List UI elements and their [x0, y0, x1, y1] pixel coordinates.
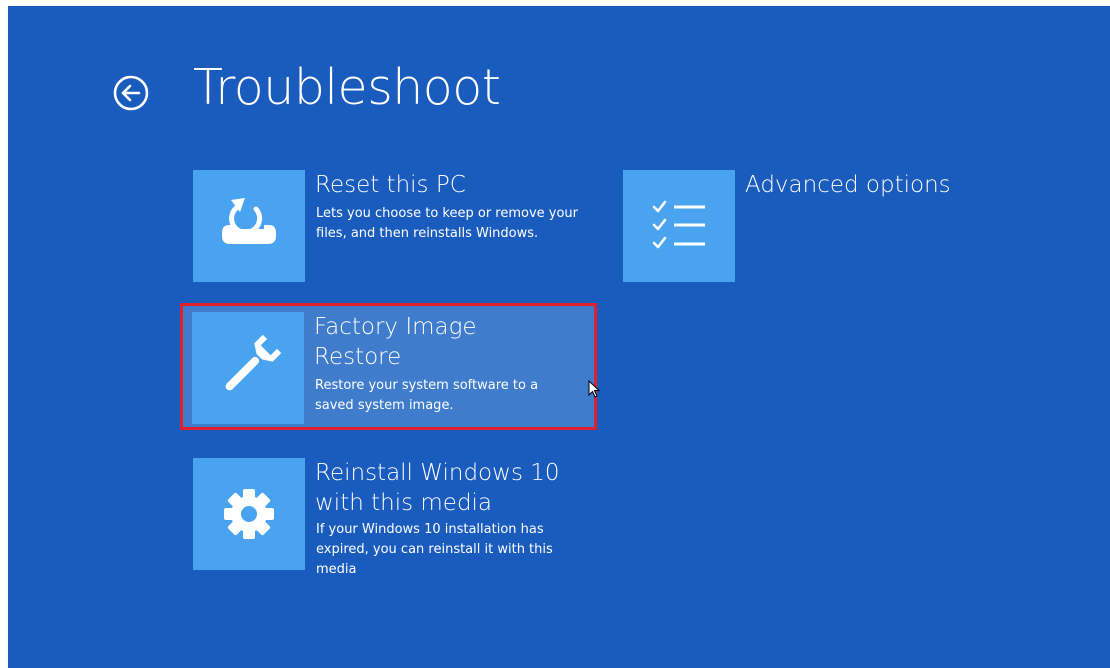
- tile-title: Reinstall Windows 10 with this media: [315, 460, 560, 516]
- tile-title: Factory Image Restore: [314, 314, 477, 370]
- tile-description: Lets you choose to keep or remove your f…: [316, 206, 579, 241]
- page-title: Troubleshoot: [193, 59, 501, 116]
- reset-this-pc-tile[interactable]: Reset this PC Lets you choose to keep or…: [193, 170, 593, 282]
- troubleshoot-screen: Troubleshoot Reset this PC Lets you choo…: [8, 6, 1110, 668]
- back-arrow-icon[interactable]: [112, 74, 150, 112]
- gear-icon: [193, 458, 305, 570]
- tile-title: Advanced options: [745, 172, 951, 198]
- factory-image-restore-tile[interactable]: Factory Image Restore Restore your syste…: [183, 306, 594, 427]
- checklist-icon: [623, 170, 735, 282]
- tile-title: Reset this PC: [315, 172, 466, 198]
- advanced-options-tile[interactable]: Advanced options: [623, 170, 983, 282]
- tile-description: If your Windows 10 installation has expi…: [316, 522, 553, 577]
- reinstall-windows-tile[interactable]: Reinstall Windows 10 with this media If …: [193, 458, 593, 588]
- mouse-cursor-icon: [588, 379, 601, 398]
- wrench-icon: [192, 312, 304, 424]
- tile-description: Restore your system software to a saved …: [315, 378, 539, 413]
- reset-disk-icon: [193, 170, 305, 282]
